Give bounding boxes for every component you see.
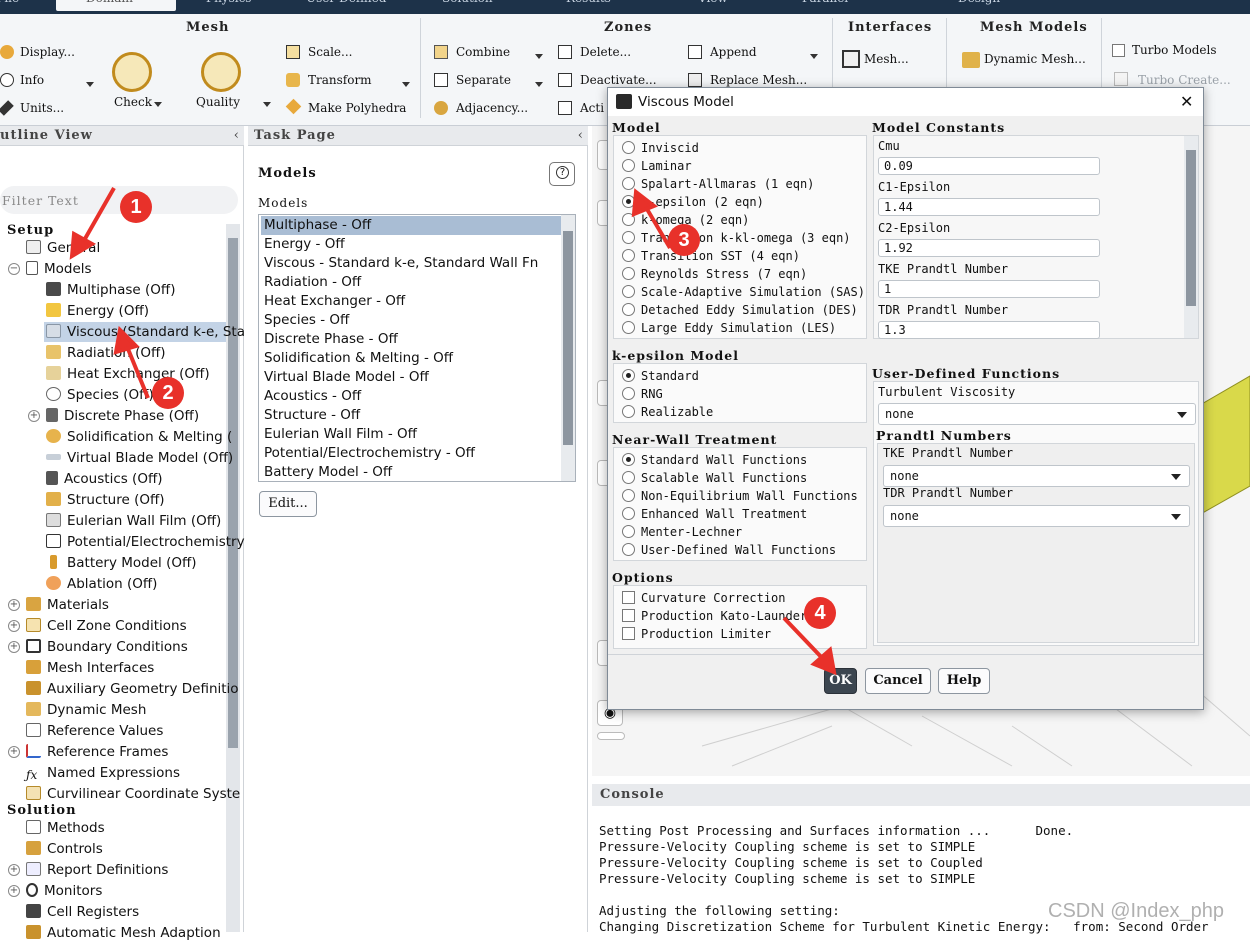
annotation-badge-1: 1	[120, 191, 152, 223]
arrow-2-shaft	[124, 343, 150, 399]
arrow-2-head	[113, 325, 140, 355]
arrow-3-head	[631, 188, 658, 218]
arrow-1-head	[69, 230, 96, 260]
annotation-badge-3: 3	[668, 224, 700, 256]
annotation-overlay	[69, 187, 837, 676]
arrow-3-shaft	[642, 202, 672, 250]
watermark-text: CSDN @Index_php	[1048, 900, 1224, 922]
arrow-1-shaft	[80, 187, 116, 245]
annotation-badge-4: 4	[804, 597, 836, 629]
annotation-arrows	[69, 187, 837, 676]
annotation-badge-2: 2	[152, 377, 184, 409]
